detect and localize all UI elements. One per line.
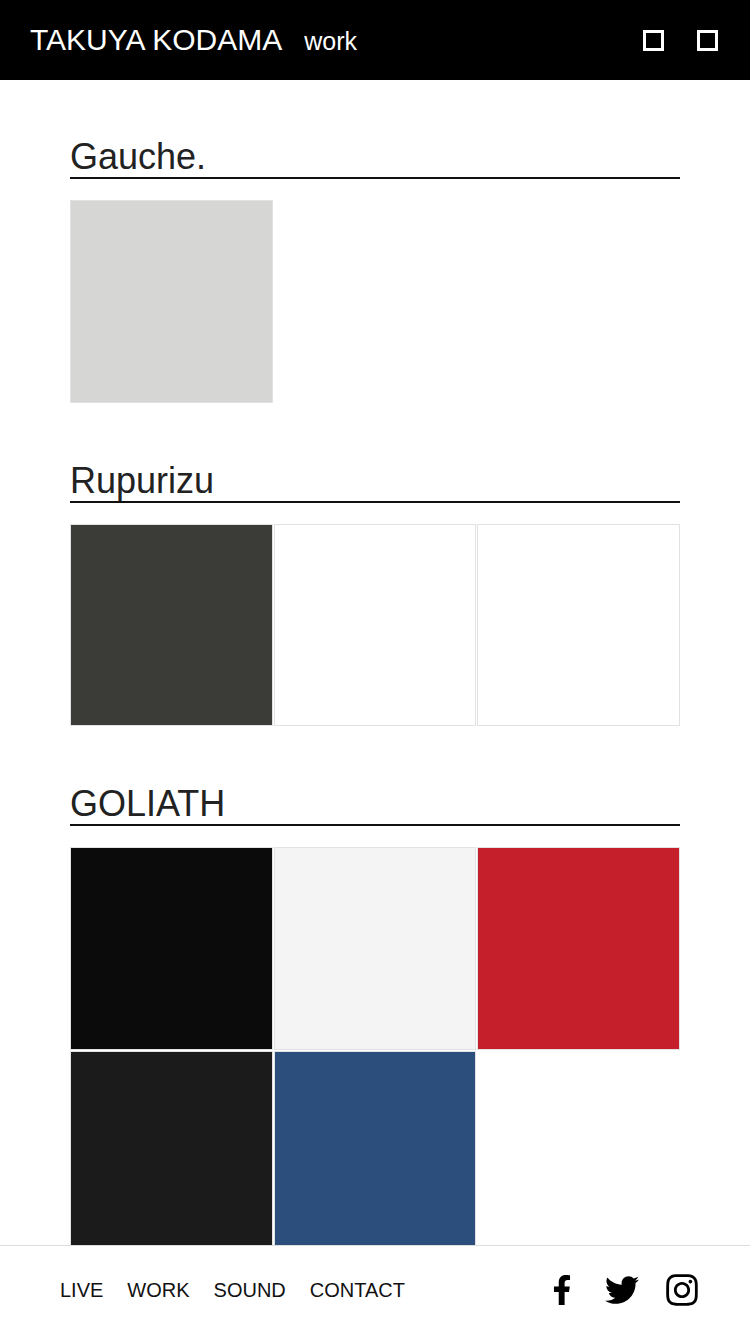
cover-grid (70, 200, 680, 403)
cover-grid (70, 847, 680, 1253)
site-title[interactable]: TAKUYA KODAMA (30, 23, 282, 57)
cover-grid (70, 524, 680, 727)
header-icons (643, 30, 718, 51)
twitter-icon[interactable] (604, 1272, 640, 1308)
album-cover[interactable] (70, 200, 273, 403)
facebook-icon[interactable] (544, 1272, 580, 1308)
nav-link[interactable]: WORK (127, 1279, 189, 1302)
album-cover[interactable] (274, 524, 477, 727)
nav-link[interactable]: CONTACT (310, 1279, 405, 1302)
square-icon[interactable] (643, 30, 664, 51)
artist-section: Rupurizu (70, 461, 680, 727)
album-cover[interactable] (477, 847, 680, 1050)
header: TAKUYA KODAMA work (0, 0, 750, 80)
social-links (544, 1272, 700, 1308)
album-cover[interactable] (70, 847, 273, 1050)
artist-section: Gauche. (70, 137, 680, 403)
album-cover[interactable] (477, 524, 680, 727)
nav-link[interactable]: LIVE (60, 1279, 103, 1302)
work-list: Gauche. Rupurizu GOLIATH (0, 80, 750, 1334)
album-cover[interactable] (70, 524, 273, 727)
nav-link[interactable]: SOUND (214, 1279, 286, 1302)
artist-section: GOLIATH (70, 784, 680, 1253)
footer: LIVE WORK SOUND CONTACT (0, 1245, 750, 1334)
square-icon[interactable] (697, 30, 718, 51)
footer-nav: LIVE WORK SOUND CONTACT (60, 1279, 405, 1302)
artist-title: GOLIATH (70, 784, 680, 826)
album-cover[interactable] (274, 1051, 477, 1254)
instagram-icon[interactable] (664, 1272, 700, 1308)
artist-title: Gauche. (70, 137, 680, 179)
page-subtitle: work (304, 24, 357, 56)
album-cover[interactable] (274, 847, 477, 1050)
page: TAKUYA KODAMA work Gauche. Rupurizu GOLIATH L… (0, 0, 750, 1334)
artist-title: Rupurizu (70, 461, 680, 503)
album-cover[interactable] (70, 1051, 273, 1254)
